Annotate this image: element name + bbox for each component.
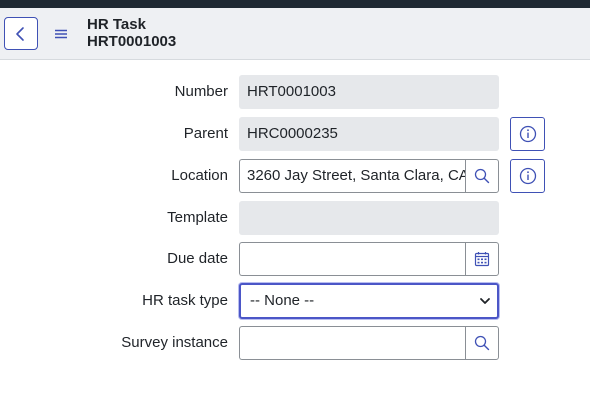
survey-instance-label: Survey instance	[121, 334, 228, 351]
number-row: Number HRT0001003	[0, 75, 590, 109]
location-lookup-button[interactable]	[465, 159, 499, 193]
hamburger-menu-button[interactable]	[50, 23, 72, 45]
template-row: Template	[0, 201, 590, 235]
record-number-title: HRT0001003	[87, 33, 177, 50]
due-date-label: Due date	[167, 250, 228, 267]
info-icon	[519, 125, 536, 143]
location-input[interactable]: 3260 Jay Street, Santa Clara, CA	[239, 159, 465, 193]
page-title: HR Task	[87, 16, 146, 33]
template-label: Template	[167, 209, 228, 226]
due-date-calendar-button[interactable]	[465, 242, 499, 276]
due-date-input[interactable]	[239, 242, 465, 276]
title-block: HR Task HRT0001003	[87, 16, 176, 50]
chevron-left-icon	[16, 26, 24, 41]
location-row: Location 3260 Jay Street, Santa Clara, C…	[0, 159, 590, 193]
back-button[interactable]	[4, 17, 38, 50]
hamburger-menu-icon	[55, 29, 67, 39]
chevron-down-icon	[480, 298, 490, 304]
hr-task-type-select[interactable]: -- None --	[239, 283, 499, 319]
parent-label: Parent	[183, 125, 228, 142]
search-icon	[474, 168, 490, 184]
hr-task-type-label: HR task type	[142, 292, 228, 309]
parent-info-button[interactable]	[510, 117, 545, 151]
survey-instance-input[interactable]	[239, 326, 465, 360]
search-icon	[474, 335, 490, 351]
due-date-row: Due date	[0, 242, 590, 276]
parent-row: Parent HRC0000235	[0, 117, 590, 151]
survey-instance-row: Survey instance	[0, 326, 590, 360]
location-info-button[interactable]	[510, 159, 545, 193]
parent-field: HRC0000235	[239, 117, 499, 151]
page-header: HR Task HRT0001003	[0, 8, 590, 60]
survey-instance-lookup-button[interactable]	[465, 326, 499, 360]
hr-task-type-selected-value: -- None --	[250, 292, 315, 309]
number-label: Number	[174, 83, 228, 100]
calendar-icon	[474, 252, 490, 267]
hr-task-type-row: HR task type -- None --	[0, 283, 590, 319]
info-icon	[519, 167, 536, 185]
top-strip	[0, 0, 590, 8]
number-field: HRT0001003	[239, 75, 499, 109]
location-label: Location	[171, 167, 228, 184]
template-field	[239, 201, 499, 235]
